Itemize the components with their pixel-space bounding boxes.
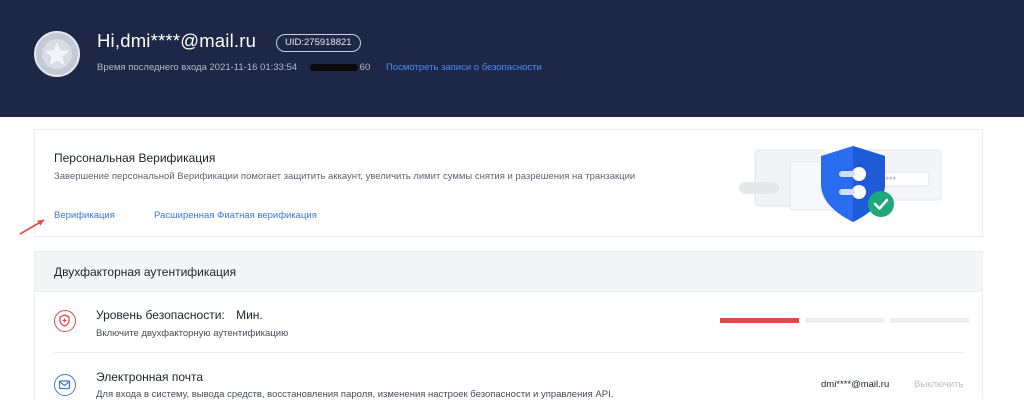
last-login-time: 2021-11-16 01:33:54 (209, 62, 298, 73)
verification-title: Персональная Верификация (54, 151, 216, 165)
advanced-fiat-verification-link[interactable]: Расширенная Фиатная верификация (154, 210, 317, 221)
two-factor-header: Двухфакторная аутентификация (35, 252, 982, 292)
shield-warning-icon (54, 310, 76, 332)
ip-redaction (309, 63, 358, 71)
verification-description: Завершение персональной Верификации помо… (54, 171, 636, 182)
last-login-info: Время последнего входа 2021-11-16 01:33:… (97, 62, 370, 73)
account-header: Hi,dmi****@mail.ru UID:275918821 Время п… (0, 0, 1024, 117)
verification-link[interactable]: Верификация (54, 210, 115, 221)
email-disable-button[interactable]: Выключить (914, 379, 963, 390)
red-arrow (19, 219, 45, 235)
greeting-text: Hi,dmi****@mail.ru (97, 30, 257, 51)
email-value: dmi****@mail.ru (821, 379, 890, 390)
security-level-row: Уровень безопасности: Мин. (96, 308, 263, 322)
avatar[interactable] (34, 31, 80, 77)
two-factor-title: Двухфакторная аутентификация (54, 265, 237, 279)
security-level-hint: Включите двухфакторную аутентификацию (96, 328, 289, 339)
last-login-label: Время последнего входа (97, 62, 207, 73)
last-login-ip-tail: 60 (359, 62, 371, 73)
email-description: Для входа в систему, вывода средств, вос… (96, 389, 614, 400)
security-level-label: Уровень безопасности: (96, 308, 225, 322)
security-level-segment (805, 318, 884, 323)
security-records-link[interactable]: Посмотреть записи о безопасности (386, 62, 542, 73)
email-title: Электронная почта (96, 370, 204, 384)
personal-verification-card: Персональная Верификация Завершение перс… (34, 129, 983, 237)
two-factor-card: Двухфакторная аутентификация Уровень без… (34, 251, 983, 400)
security-level-segment (890, 318, 969, 323)
uid-badge: UID:275918821 (276, 34, 361, 52)
avatar-star-icon (36, 33, 78, 75)
security-level-value: Мин. (236, 308, 263, 322)
shield-check-illustration: **** (739, 146, 942, 222)
mail-icon (54, 374, 76, 396)
row-divider (54, 352, 964, 353)
security-level-segment (720, 318, 799, 323)
